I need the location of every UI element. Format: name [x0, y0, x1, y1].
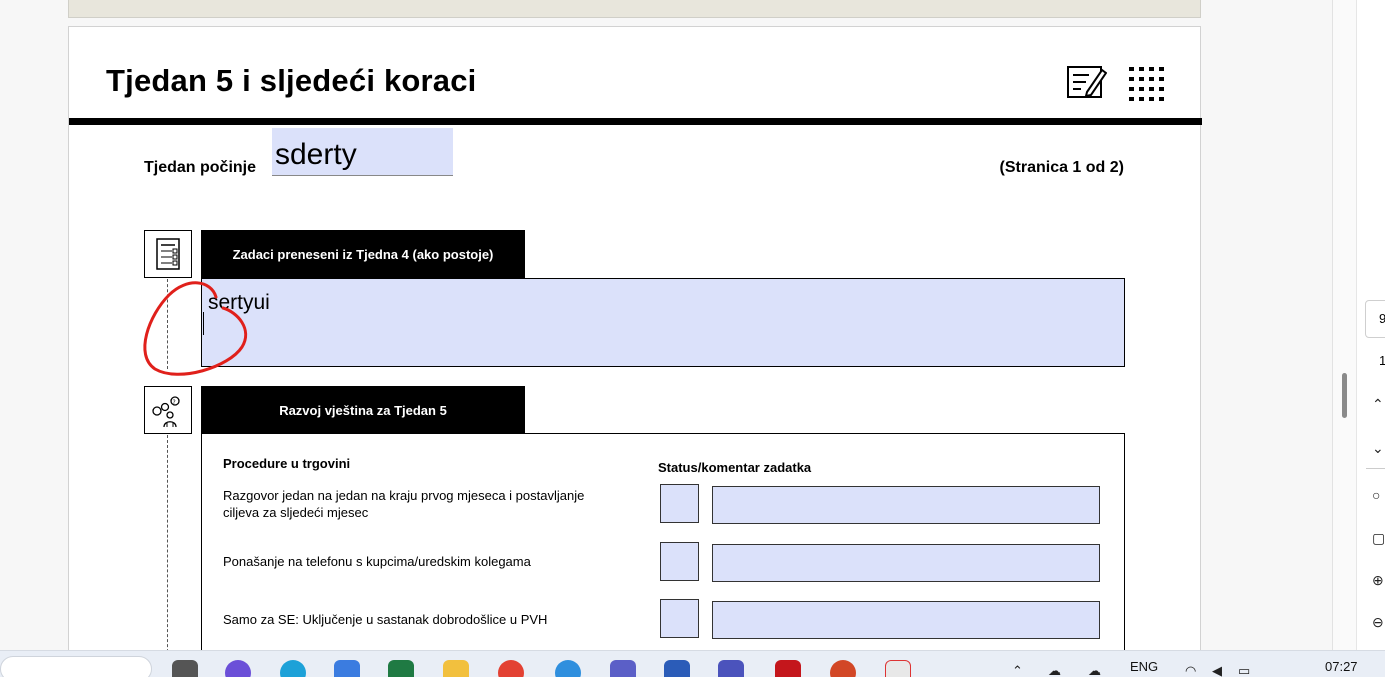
language-indicator[interactable]: ENG — [1130, 659, 1158, 674]
word-icon[interactable] — [664, 660, 690, 677]
scrollbar-thumb[interactable] — [1342, 373, 1347, 418]
taskbar-search[interactable] — [0, 656, 152, 677]
circle-icon[interactable]: ○ — [1372, 487, 1385, 503]
zoom-in-icon[interactable]: ⊕ — [1372, 572, 1385, 588]
vertical-scrollbar[interactable] — [1338, 0, 1348, 650]
svg-text:?: ? — [173, 399, 176, 406]
tray-chevron-icon[interactable]: ⌃ — [1012, 664, 1026, 677]
page-total: 1 — [1379, 353, 1385, 368]
procedures-heading: Procedure u trgovini — [223, 456, 351, 471]
excel-icon[interactable] — [388, 660, 414, 677]
copilot-icon[interactable] — [334, 660, 360, 677]
status-heading: Status/komentar zadatka — [658, 460, 812, 475]
task-row: Samo za SE: Uključenje u sastanak dobrod… — [202, 599, 1124, 639]
teams-icon[interactable] — [610, 660, 636, 677]
section-connector — [167, 279, 168, 369]
text-caret — [203, 312, 204, 335]
cloud-icon[interactable]: ☁ — [1048, 664, 1062, 677]
task-status-checkbox[interactable] — [660, 484, 699, 523]
page-fit-icon[interactable]: ▢ — [1372, 530, 1385, 546]
skills-heading: Razvoj vještina za Tjedan 5 — [201, 386, 525, 434]
page-indicator: (Stranica 1 od 2) — [999, 159, 1124, 176]
task-label: Samo za SE: Uključenje u sastanak dobrod… — [223, 612, 548, 627]
page-title: Tjedan 5 i sljedeći koraci — [106, 63, 477, 98]
battery-icon[interactable]: ▭ — [1238, 664, 1252, 677]
week-start-label: Tjedan počinje — [144, 159, 257, 176]
week-start-input[interactable] — [272, 128, 453, 176]
file-explorer-icon[interactable] — [443, 660, 469, 677]
task-label: Ponašanje na telefonu s kupcima/uredskim… — [223, 554, 531, 569]
carried-tasks-textarea[interactable]: sertyui — [201, 278, 1125, 367]
clock-time[interactable]: 07:27 — [1325, 659, 1358, 674]
checklist-icon — [144, 230, 192, 278]
carried-tasks-heading: Zadaci preneseni iz Tjedna 4 (ako postoj… — [201, 230, 525, 278]
skills-people-icon: ? — [144, 386, 192, 434]
task-row: Razgovor jedan na jedan na kraju prvog m… — [202, 484, 1124, 524]
task-label: Razgovor jedan na jedan na kraju prvog m… — [223, 488, 585, 520]
page-number-input[interactable]: 9 — [1365, 300, 1385, 338]
title-rule — [69, 118, 1202, 125]
zoom-out-icon[interactable]: ⊖ — [1372, 614, 1385, 630]
task-comment-field[interactable] — [712, 486, 1100, 524]
edit-form-icon[interactable] — [1067, 65, 1107, 99]
task-comment-field[interactable] — [712, 544, 1100, 582]
acrobat-icon[interactable] — [775, 660, 801, 677]
chevron-up-icon[interactable]: ⌃ — [1372, 396, 1385, 412]
panel-divider — [1366, 468, 1385, 469]
taskbar — [0, 650, 1385, 677]
document-page: Tjedan 5 i sljedeći koraci Tjedan počinj… — [68, 26, 1202, 673]
task-status-checkbox[interactable] — [660, 542, 699, 581]
task-comment-field[interactable] — [712, 601, 1100, 639]
teams-classic-icon[interactable] — [718, 660, 744, 677]
task-view-icon[interactable] — [172, 660, 198, 677]
snipping-tool-icon[interactable] — [885, 660, 911, 677]
apps-grid-icon[interactable] — [1127, 65, 1167, 103]
chevron-down-icon[interactable]: ⌄ — [1372, 440, 1385, 456]
task-status-checkbox[interactable] — [660, 599, 699, 638]
previous-page-edge — [68, 0, 1201, 18]
onedrive-icon[interactable]: ☁ — [1088, 664, 1102, 677]
skills-table: Procedure u trgovini Status/komentar zad… — [201, 433, 1125, 673]
task-row: Ponašanje na telefonu s kupcima/uredskim… — [202, 542, 1124, 582]
speaker-icon[interactable]: ◀ — [1212, 664, 1226, 677]
section-connector — [167, 435, 168, 667]
wifi-icon[interactable]: ◠ — [1185, 664, 1199, 677]
